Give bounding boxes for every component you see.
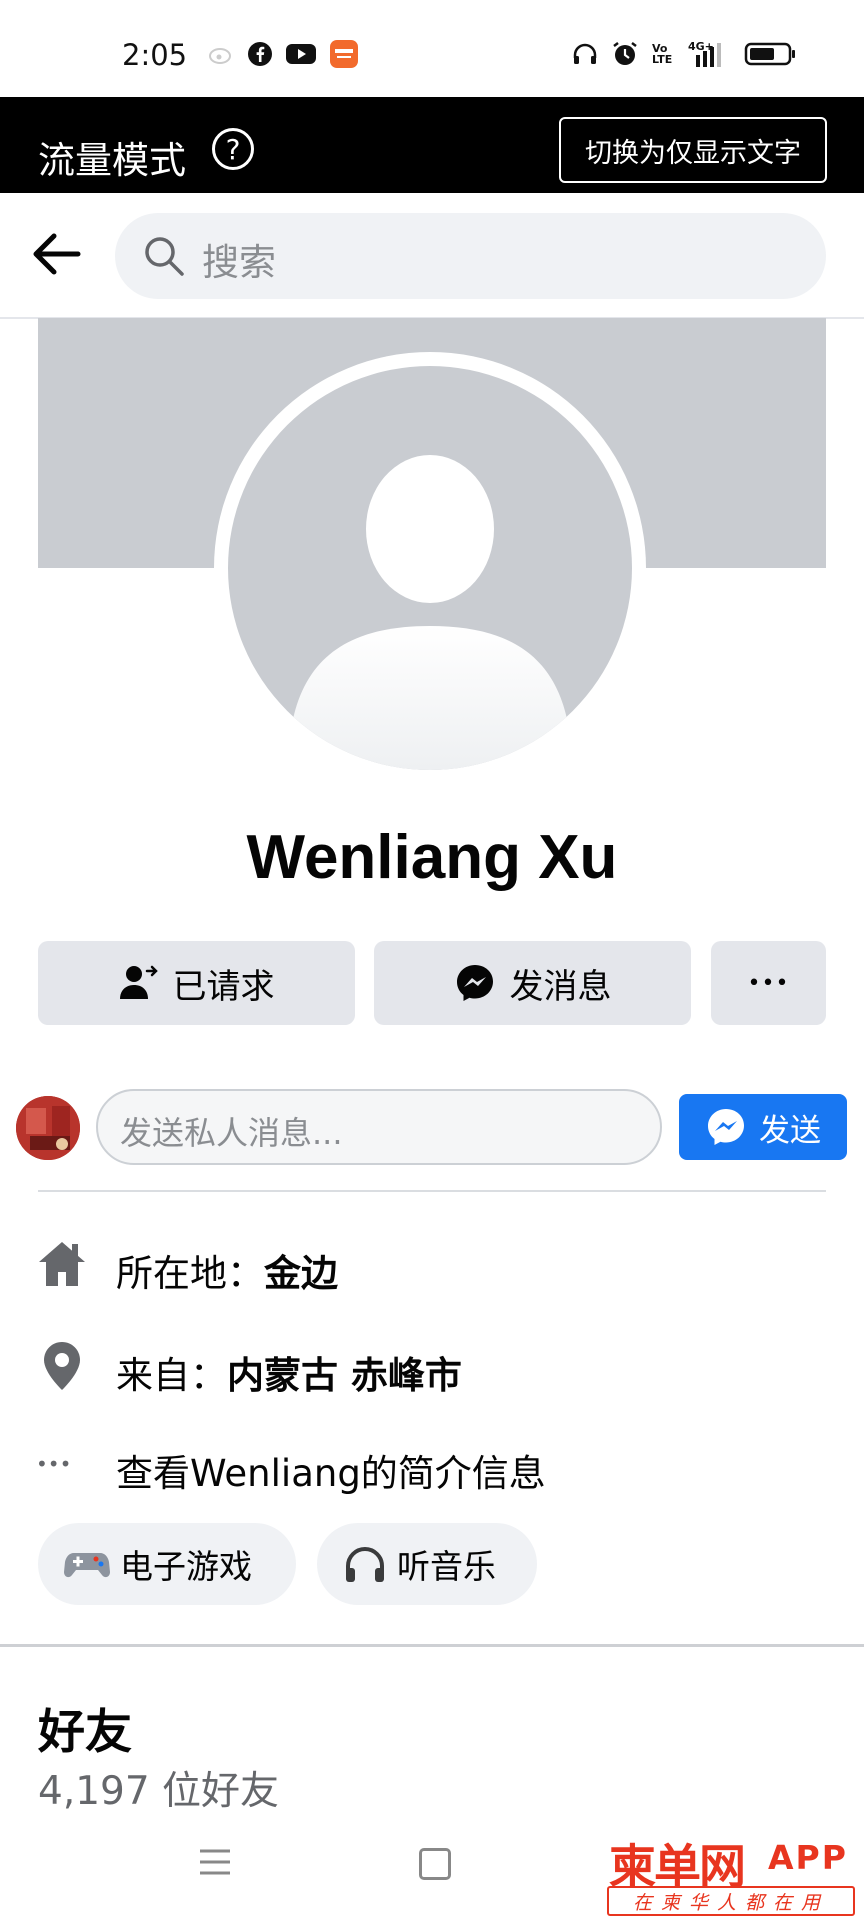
send-button[interactable]: 发送 xyxy=(679,1094,847,1160)
help-icon[interactable]: ? xyxy=(212,128,254,170)
hobby-music-label: 听音乐 xyxy=(397,1547,496,1586)
status-time: 2:05 xyxy=(122,38,188,72)
friends-section-title[interactable]: 好友 xyxy=(38,1693,132,1762)
hometown-value[interactable]: 内蒙古 赤峰市 xyxy=(227,1354,462,1397)
hobby-video-games[interactable]: 电子游戏 xyxy=(38,1523,296,1605)
alarm-icon xyxy=(610,40,640,68)
composer-divider xyxy=(38,1190,826,1192)
hometown-row: 来自：内蒙古 赤峰市 xyxy=(116,1345,462,1399)
volte-icon: Vo LTE xyxy=(652,42,673,66)
watermark-app-label: APP xyxy=(768,1838,848,1877)
see-about-info-link[interactable]: 查看Wenliang的简介信息 xyxy=(116,1443,546,1497)
data-mode-title: 流量模式 xyxy=(38,139,186,182)
more-dots-icon: ••• xyxy=(36,1452,72,1476)
facebook-icon xyxy=(246,40,274,68)
nav-menu-icon[interactable] xyxy=(198,1847,232,1877)
messenger-icon xyxy=(708,1109,744,1145)
youtube-icon xyxy=(284,40,318,68)
message-button[interactable]: 发消息 xyxy=(374,941,691,1025)
private-message-placeholder: 发送私人消息... xyxy=(120,1114,343,1152)
watermark-slogan: 在柬华人都在用 xyxy=(607,1886,855,1916)
current-city-row: 所在地：金边 xyxy=(116,1243,338,1297)
profile-name: Wenliang Xu xyxy=(246,823,618,892)
battery-icon xyxy=(744,40,798,68)
current-city-prefix: 所在地： xyxy=(116,1252,264,1295)
more-options-button[interactable]: ••• xyxy=(711,941,826,1025)
section-divider xyxy=(0,1644,864,1647)
search-icon xyxy=(142,234,186,278)
messenger-icon xyxy=(456,965,493,1001)
location-pin-icon xyxy=(36,1340,88,1392)
friends-count[interactable]: 4,197 位好友 xyxy=(38,1760,279,1816)
friend-requested-button[interactable]: 已请求 xyxy=(38,941,355,1025)
hobby-music[interactable]: 听音乐 xyxy=(317,1523,537,1605)
current-city-value[interactable]: 金边 xyxy=(264,1252,338,1295)
headphones-icon xyxy=(570,40,600,68)
more-dots-icon: ••• xyxy=(747,970,790,996)
hometown-prefix: 来自： xyxy=(116,1354,227,1397)
default-avatar-silhouette-icon xyxy=(288,455,572,770)
search-placeholder: 搜索 xyxy=(202,241,276,284)
text-only-mode-button[interactable]: 切换为仅显示文字 xyxy=(559,117,827,183)
weibo-icon xyxy=(206,40,236,68)
nav-home-icon[interactable] xyxy=(419,1848,451,1880)
user-requested-icon xyxy=(119,965,158,999)
headphones-icon xyxy=(346,1547,384,1582)
send-label: 发送 xyxy=(759,1112,821,1149)
back-arrow-icon[interactable] xyxy=(28,226,84,282)
message-label: 发消息 xyxy=(509,966,612,1007)
app-icon xyxy=(328,40,360,68)
my-avatar xyxy=(16,1096,80,1160)
gamepad-icon xyxy=(64,1553,110,1578)
hobby-video-games-label: 电子游戏 xyxy=(120,1547,252,1586)
home-icon xyxy=(36,1238,88,1290)
profile-avatar[interactable] xyxy=(228,366,632,770)
requested-label: 已请求 xyxy=(172,966,275,1007)
4g-signal-icon: 4G+ xyxy=(686,40,732,68)
